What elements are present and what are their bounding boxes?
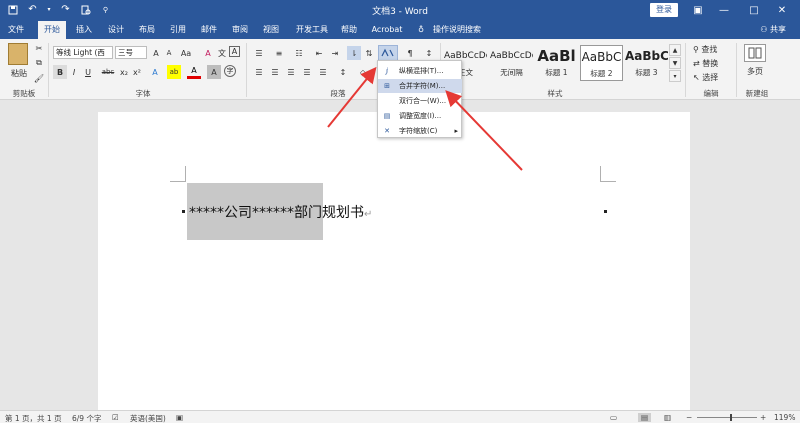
arrow-to-menu-item <box>445 90 523 171</box>
status-bar: 第 1 页，共 1 页 6/9 个字 ☑ 英语(美国) ▣ ▭ ▤ ▥ − + … <box>0 410 800 423</box>
page-count[interactable]: 第 1 页，共 1 页 <box>5 413 62 423</box>
zoom-level[interactable]: 119% <box>774 413 795 422</box>
read-mode-icon[interactable]: ▭ <box>610 413 617 422</box>
proofing-icon[interactable]: ☑ <box>112 413 119 422</box>
zoom-in-button[interactable]: + <box>760 413 766 422</box>
annotation-arrows <box>327 66 523 171</box>
language-indicator[interactable]: 英语(美国) <box>130 413 166 423</box>
arrow-to-button <box>327 66 377 128</box>
zoom-out-button[interactable]: − <box>686 413 692 422</box>
macro-record-icon[interactable]: ▣ <box>176 413 183 422</box>
word-count[interactable]: 6/9 个字 <box>72 413 101 423</box>
web-layout-icon[interactable]: ▥ <box>664 413 671 422</box>
zoom-slider[interactable] <box>697 417 757 418</box>
print-layout-icon[interactable]: ▤ <box>638 413 652 422</box>
zoom-slider-thumb[interactable] <box>730 414 732 421</box>
